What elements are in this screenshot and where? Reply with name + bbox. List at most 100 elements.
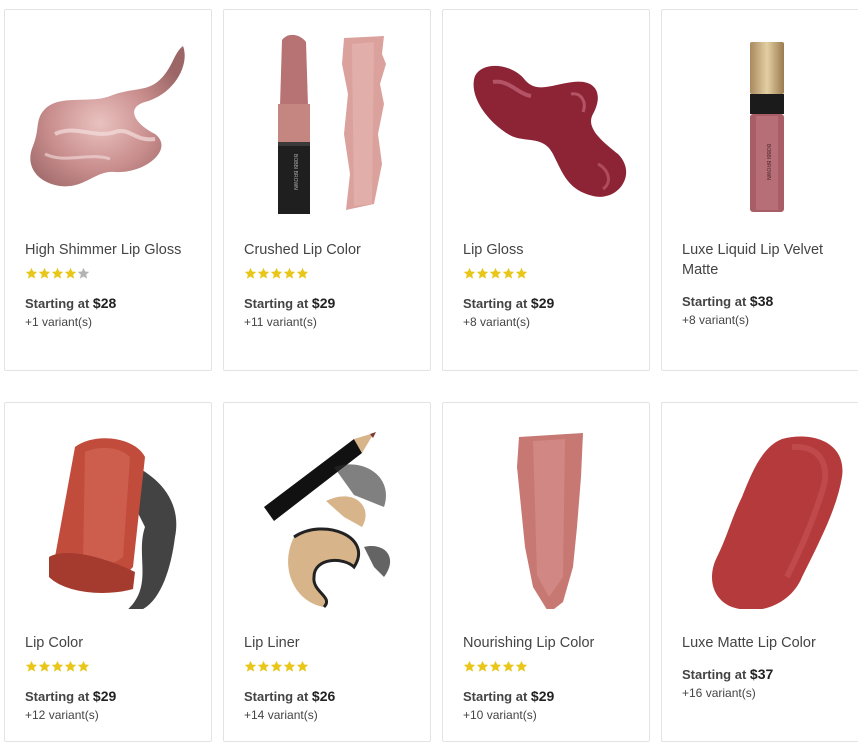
price-amount: $29 [311, 295, 336, 311]
star-filled-icon [270, 267, 283, 279]
shimmer-gloss-swatch-icon [30, 46, 185, 187]
star-filled-icon [64, 267, 77, 279]
product-card-nourishing-lip-color[interactable]: Nourishing Lip Color Starting at $29 +10… [442, 402, 650, 742]
star-filled-icon [270, 660, 283, 672]
star-rating [244, 660, 309, 674]
product-name[interactable]: Lip Liner [244, 633, 419, 653]
price-amount: $37 [749, 666, 774, 682]
price: Starting at $29 [244, 295, 335, 311]
price: Starting at $38 [682, 293, 773, 309]
price-label: Starting at [682, 294, 747, 309]
price-label: Starting at [463, 689, 528, 704]
star-filled-icon [25, 660, 38, 672]
product-image[interactable] [234, 417, 422, 609]
star-filled-icon [515, 267, 528, 279]
product-image[interactable] [453, 24, 641, 216]
product-image[interactable]: BOBBI BROWN [234, 24, 422, 216]
product-image[interactable] [15, 24, 203, 216]
product-image[interactable] [672, 417, 858, 611]
star-filled-icon [489, 267, 502, 279]
product-name[interactable]: Crushed Lip Color [244, 240, 419, 260]
price-amount: $29 [92, 688, 117, 704]
berry-gloss-swatch-icon [473, 65, 627, 197]
price-amount: $38 [749, 293, 774, 309]
variant-count: +11 variant(s) [244, 315, 317, 329]
price: Starting at $26 [244, 688, 335, 704]
price: Starting at $29 [463, 295, 554, 311]
svg-text:BOBBI BROWN: BOBBI BROWN [765, 144, 771, 180]
star-filled-icon [64, 660, 77, 672]
product-name[interactable]: Luxe Liquid Lip Velvet Matte [682, 240, 857, 280]
star-rating [25, 267, 90, 281]
star-filled-icon [244, 660, 257, 672]
star-filled-icon [489, 660, 502, 672]
product-card-high-shimmer-lip-gloss[interactable]: High Shimmer Lip Gloss Starting at $28 +… [4, 9, 212, 371]
product-card-luxe-matte-lip-color[interactable]: Luxe Matte Lip Color Starting at $37 +16… [661, 402, 858, 742]
star-filled-icon [502, 267, 515, 279]
price: Starting at $37 [682, 666, 773, 682]
product-name[interactable]: Lip Color [25, 633, 200, 653]
price-label: Starting at [244, 689, 309, 704]
svg-text:BOBBI BROWN: BOBBI BROWN [292, 154, 298, 190]
product-card-crushed-lip-color[interactable]: BOBBI BROWN Crushed Lip Color Starting a… [223, 9, 431, 371]
star-filled-icon [283, 660, 296, 672]
price-amount: $29 [530, 688, 555, 704]
star-filled-icon [296, 660, 309, 672]
price-label: Starting at [25, 689, 90, 704]
price-label: Starting at [244, 296, 309, 311]
price-label: Starting at [463, 296, 528, 311]
lipstick-bullet-icon [49, 438, 177, 613]
nude-swatch-icon [517, 433, 583, 613]
product-image[interactable] [15, 417, 203, 613]
star-rating [25, 660, 90, 674]
star-filled-icon [476, 660, 489, 672]
star-filled-icon [244, 267, 257, 279]
star-filled-icon [51, 660, 64, 672]
product-name[interactable]: Nourishing Lip Color [463, 633, 638, 653]
star-rating [463, 267, 528, 281]
product-card-lip-gloss[interactable]: Lip Gloss Starting at $29 +8 variant(s) [442, 9, 650, 371]
product-card-luxe-liquid-lip-velvet-matte[interactable]: BOBBI BROWN Luxe Liquid Lip Velvet Matte… [661, 9, 858, 371]
star-filled-icon [25, 267, 38, 279]
product-card-lip-color[interactable]: Lip Color Starting at $29 +12 variant(s) [4, 402, 212, 742]
star-filled-icon [38, 267, 51, 279]
variant-count: +1 variant(s) [25, 315, 93, 329]
star-rating [244, 267, 309, 281]
liquid-lip-bottle-icon: BOBBI BROWN [750, 42, 784, 212]
star-filled-icon [283, 267, 296, 279]
product-name[interactable]: Luxe Matte Lip Color [682, 633, 857, 653]
star-filled-icon [515, 660, 528, 672]
star-filled-icon [502, 660, 515, 672]
star-empty-icon [77, 267, 90, 279]
price-amount: $29 [530, 295, 555, 311]
star-filled-icon [38, 660, 51, 672]
lipstick-with-swatch-icon: BOBBI BROWN [278, 34, 386, 214]
price-amount: $28 [92, 295, 117, 311]
star-filled-icon [463, 267, 476, 279]
red-matte-swatch-icon [712, 436, 843, 611]
variant-count: +8 variant(s) [463, 315, 531, 329]
variant-count: +14 variant(s) [244, 708, 318, 722]
variant-count: +12 variant(s) [25, 708, 99, 722]
pencil-shavings-icon [264, 432, 391, 609]
price: Starting at $29 [25, 688, 116, 704]
product-name[interactable]: High Shimmer Lip Gloss [25, 240, 200, 260]
product-image[interactable] [453, 417, 641, 613]
price: Starting at $28 [25, 295, 116, 311]
price: Starting at $29 [463, 688, 554, 704]
product-name[interactable]: Lip Gloss [463, 240, 638, 260]
variant-count: +16 variant(s) [682, 686, 756, 700]
product-card-lip-liner[interactable]: Lip Liner Starting at $26 +14 variant(s) [223, 402, 431, 742]
price-label: Starting at [25, 296, 90, 311]
star-filled-icon [463, 660, 476, 672]
star-filled-icon [77, 660, 90, 672]
price-amount: $26 [311, 688, 336, 704]
price-label: Starting at [682, 667, 747, 682]
star-filled-icon [257, 660, 270, 672]
star-filled-icon [476, 267, 489, 279]
star-rating [463, 660, 528, 674]
star-filled-icon [296, 267, 309, 279]
product-image[interactable]: BOBBI BROWN [672, 24, 858, 216]
variant-count: +10 variant(s) [463, 708, 537, 722]
star-filled-icon [257, 267, 270, 279]
